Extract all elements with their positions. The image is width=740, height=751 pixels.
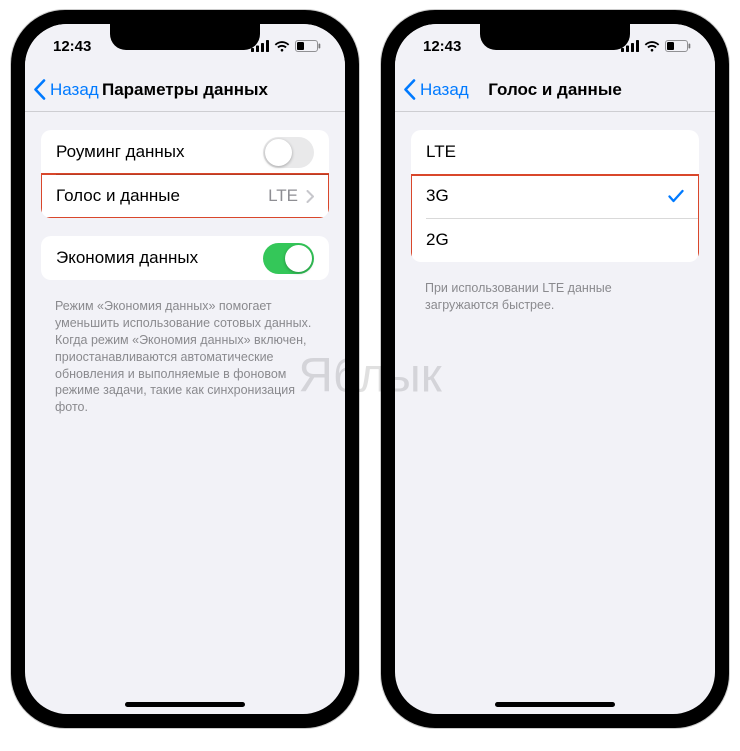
battery-icon xyxy=(665,40,691,52)
notch xyxy=(480,24,630,50)
row-option-lte[interactable]: LTE xyxy=(411,130,699,174)
nav-bar: Назад Параметры данных xyxy=(25,68,345,112)
battery-icon xyxy=(295,40,321,52)
screen-right: 12:43 Назад Голос и данные xyxy=(395,24,715,714)
phone-left: 12:43 Назад Параметры данны xyxy=(11,10,359,728)
chevron-left-icon xyxy=(403,79,416,100)
row-option-3g[interactable]: 3G xyxy=(411,174,699,218)
content-area: LTE 3G 2G При использовании LTE данные з… xyxy=(395,112,715,330)
row-data-roaming[interactable]: Роуминг данных xyxy=(41,130,329,174)
chevron-right-icon xyxy=(306,190,314,203)
toggle-low-data-mode[interactable] xyxy=(263,243,314,274)
back-button[interactable]: Назад xyxy=(395,79,469,100)
row-label: Голос и данные xyxy=(56,186,268,206)
back-label: Назад xyxy=(50,80,99,100)
content-area: Роуминг данных Голос и данные LTE Эконом… xyxy=(25,112,345,432)
status-time: 12:43 xyxy=(423,38,461,55)
row-label: LTE xyxy=(426,142,684,162)
toggle-data-roaming[interactable] xyxy=(263,137,314,168)
checkmark-icon xyxy=(668,189,684,203)
screen-left: 12:43 Назад Параметры данны xyxy=(25,24,345,714)
row-low-data-mode[interactable]: Экономия данных xyxy=(41,236,329,280)
row-label: 3G xyxy=(426,186,668,206)
back-button[interactable]: Назад xyxy=(25,79,99,100)
row-label: Роуминг данных xyxy=(56,142,263,162)
wifi-icon xyxy=(274,40,290,52)
settings-group-lowdata: Экономия данных xyxy=(41,236,329,280)
row-value: LTE xyxy=(268,186,298,206)
status-time: 12:43 xyxy=(53,38,91,55)
group-footer-text: Режим «Экономия данных» помогает уменьши… xyxy=(25,298,345,432)
nav-bar: Назад Голос и данные xyxy=(395,68,715,112)
settings-group-network-mode: LTE 3G 2G xyxy=(411,130,699,262)
row-voice-and-data[interactable]: Голос и данные LTE xyxy=(41,174,329,218)
home-indicator[interactable] xyxy=(125,702,245,707)
notch xyxy=(110,24,260,50)
wifi-icon xyxy=(644,40,660,52)
group-footer-text: При использовании LTE данные загружаются… xyxy=(395,280,715,330)
phone-right: 12:43 Назад Голос и данные xyxy=(381,10,729,728)
row-label: Экономия данных xyxy=(56,248,263,268)
back-label: Назад xyxy=(420,80,469,100)
row-option-2g[interactable]: 2G xyxy=(411,218,699,262)
home-indicator[interactable] xyxy=(495,702,615,707)
chevron-left-icon xyxy=(33,79,46,100)
row-label: 2G xyxy=(426,230,684,250)
settings-group-network: Роуминг данных Голос и данные LTE xyxy=(41,130,329,218)
